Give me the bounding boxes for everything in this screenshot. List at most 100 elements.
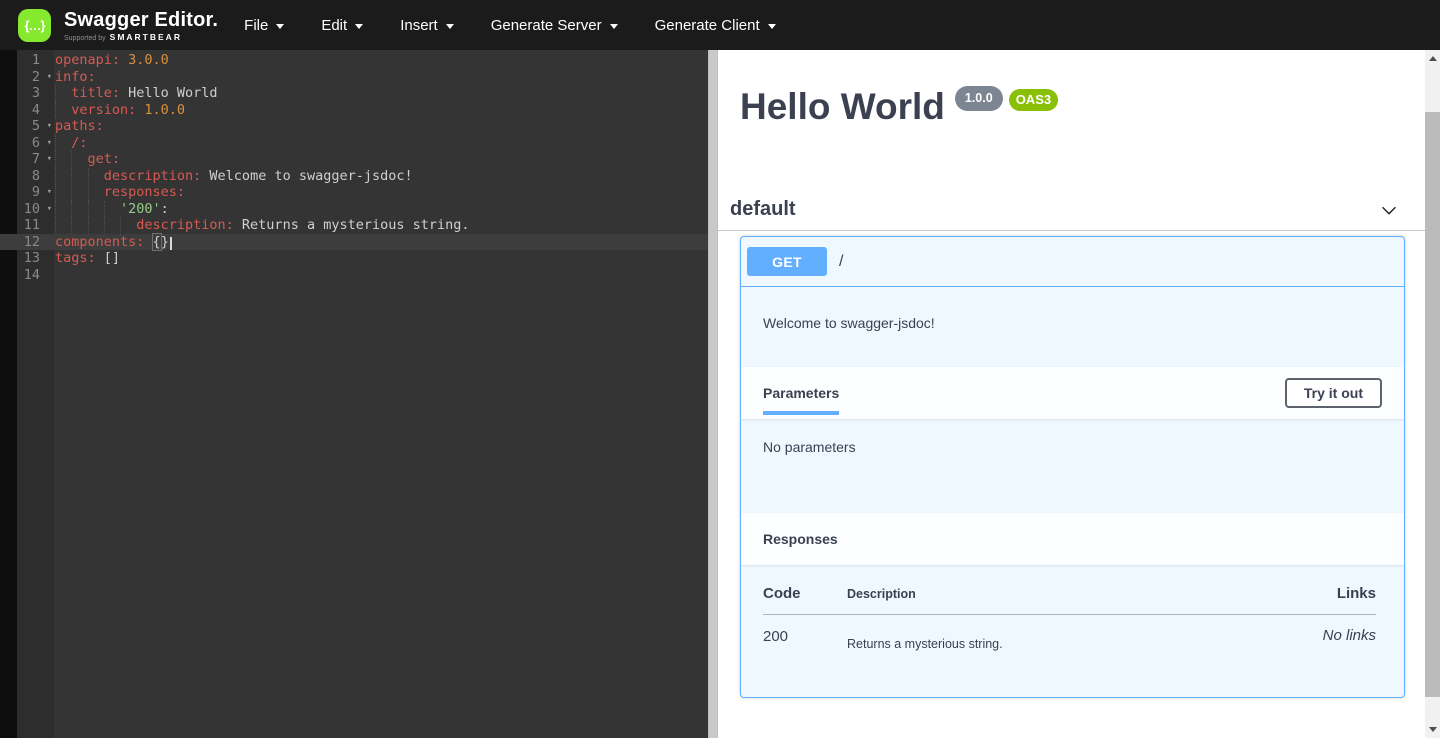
line-number: 1 bbox=[0, 52, 54, 69]
line-number: 7▾ bbox=[0, 151, 54, 168]
response-description: Returns a mysterious string. bbox=[847, 615, 1241, 652]
line-number: 9▾ bbox=[0, 184, 54, 201]
responses-table-wrap: Code Description Links 200 Returns a mys… bbox=[741, 565, 1404, 697]
caret-down-icon bbox=[610, 24, 618, 29]
scroll-down-button[interactable] bbox=[1425, 721, 1440, 738]
caret-down-icon bbox=[768, 24, 776, 29]
menu-generate-client[interactable]: Generate Client bbox=[655, 17, 776, 34]
menu-edit[interactable]: Edit bbox=[321, 17, 363, 34]
fold-arrow-icon[interactable]: ▾ bbox=[47, 69, 52, 86]
editor-line[interactable]: 9▾responses: bbox=[0, 184, 708, 201]
menu-insert[interactable]: Insert bbox=[400, 17, 454, 34]
swagger-logo-icon: {…} bbox=[18, 9, 51, 42]
menu-label: Generate Client bbox=[655, 17, 760, 34]
editor-line[interactable]: 6▾/: bbox=[0, 135, 708, 152]
editor-line[interactable]: 1openapi: 3.0.0 bbox=[0, 52, 708, 69]
editor-line[interactable]: 2▾info: bbox=[0, 69, 708, 86]
line-number: 14 bbox=[0, 267, 54, 284]
responses-table: Code Description Links 200 Returns a mys… bbox=[763, 569, 1376, 651]
menu-generate-server[interactable]: Generate Server bbox=[491, 17, 618, 34]
api-title-row: Hello World 1.0.0 OAS3 bbox=[740, 85, 1405, 129]
column-header-description: Description bbox=[847, 569, 1241, 615]
caret-down-icon bbox=[446, 24, 454, 29]
fold-arrow-icon[interactable]: ▾ bbox=[47, 135, 52, 152]
editor-line[interactable]: 11description: Returns a mysterious stri… bbox=[0, 217, 708, 234]
editor-line[interactable]: 10▾'200': bbox=[0, 201, 708, 218]
line-number: 12 bbox=[0, 234, 54, 251]
editor-line[interactable]: 4version: 1.0.0 bbox=[0, 102, 708, 119]
code-line-text: description: Welcome to swagger-jsdoc! bbox=[54, 168, 413, 185]
topbar-menus: File Edit Insert Generate Server Generate Cl… bbox=[244, 17, 813, 34]
code-editor[interactable]: 1openapi: 3.0.02▾info:3title: Hello Worl… bbox=[0, 50, 708, 738]
chevron-down-icon[interactable] bbox=[1378, 199, 1400, 221]
fold-arrow-icon[interactable]: ▾ bbox=[47, 151, 52, 168]
editor-line[interactable]: 5▾paths: bbox=[0, 118, 708, 135]
brand-title: Swagger Editor. bbox=[64, 9, 218, 31]
code-line-text: info: bbox=[54, 69, 96, 86]
no-parameters-message: No parameters bbox=[741, 419, 1404, 513]
tag-section-default[interactable]: default bbox=[718, 189, 1425, 231]
fold-arrow-icon[interactable]: ▾ bbox=[47, 118, 52, 135]
code-line-text: /: bbox=[54, 135, 88, 152]
oas3-badge: OAS3 bbox=[1009, 89, 1058, 111]
api-title: Hello World bbox=[740, 85, 945, 129]
topbar: {…} Swagger Editor. Supported by SMARTBE… bbox=[0, 0, 1440, 50]
line-number: 8 bbox=[0, 168, 54, 185]
parameters-tab: Parameters bbox=[763, 371, 839, 415]
editor-lines: 1openapi: 3.0.02▾info:3title: Hello Worl… bbox=[0, 52, 708, 283]
caret-down-icon bbox=[355, 24, 363, 29]
menu-file[interactable]: File bbox=[244, 17, 284, 34]
line-number: 6▾ bbox=[0, 135, 54, 152]
supported-by-label: Supported by bbox=[64, 35, 106, 42]
editor-line[interactable]: 3title: Hello World bbox=[0, 85, 708, 102]
scroll-up-button[interactable] bbox=[1425, 50, 1440, 67]
editor-line[interactable]: 14 bbox=[0, 267, 708, 284]
opblock-summary[interactable]: GET / bbox=[741, 237, 1404, 287]
code-line-text: tags: [] bbox=[54, 250, 120, 267]
column-header-code: Code bbox=[763, 569, 847, 615]
try-it-out-button[interactable]: Try it out bbox=[1285, 378, 1382, 408]
parameters-header: Parameters Try it out bbox=[741, 367, 1404, 419]
menu-label: File bbox=[244, 17, 268, 34]
response-code: 200 bbox=[763, 615, 847, 652]
responses-header: Responses bbox=[741, 513, 1404, 565]
api-info: Hello World 1.0.0 OAS3 bbox=[740, 85, 1405, 129]
fold-arrow-icon[interactable]: ▾ bbox=[47, 184, 52, 201]
method-badge-get: GET bbox=[747, 247, 827, 276]
scroll-up-icon bbox=[1429, 56, 1437, 61]
preview-scrollbar[interactable] bbox=[1425, 50, 1440, 738]
code-line-text: paths: bbox=[54, 118, 104, 135]
code-line-text bbox=[54, 267, 55, 284]
fold-arrow-icon[interactable]: ▾ bbox=[47, 201, 52, 218]
menu-label: Edit bbox=[321, 17, 347, 34]
editor-line[interactable]: 12components: {} bbox=[0, 234, 708, 251]
code-line-text: responses: bbox=[54, 184, 185, 201]
swagger-ui-preview: Hello World 1.0.0 OAS3 default GET / Wel… bbox=[718, 50, 1425, 738]
menu-label: Generate Server bbox=[491, 17, 602, 34]
opblock-get: GET / Welcome to swagger-jsdoc! Paramete… bbox=[740, 236, 1405, 698]
line-number: 3 bbox=[0, 85, 54, 102]
api-badges: 1.0.0 OAS3 bbox=[955, 85, 1058, 129]
tag-label: default bbox=[730, 198, 796, 221]
smartbear-label: SMARTBEAR bbox=[110, 32, 182, 42]
editor-line[interactable]: 7▾get: bbox=[0, 151, 708, 168]
table-row: 200 Returns a mysterious string. No link… bbox=[763, 615, 1376, 652]
code-line-text: get: bbox=[54, 151, 120, 168]
operation-description: Welcome to swagger-jsdoc! bbox=[741, 287, 1404, 367]
line-number: 10▾ bbox=[0, 201, 54, 218]
code-line-text: openapi: 3.0.0 bbox=[54, 52, 169, 69]
operation-path: / bbox=[839, 253, 843, 271]
text-cursor bbox=[170, 237, 172, 250]
column-header-links: Links bbox=[1241, 569, 1376, 615]
editor-line[interactable]: 13tags: [] bbox=[0, 250, 708, 267]
responses-label: Responses bbox=[763, 531, 838, 547]
editor-line[interactable]: 8description: Welcome to swagger-jsdoc! bbox=[0, 168, 708, 185]
version-badge: 1.0.0 bbox=[955, 86, 1003, 111]
code-line-text: '200': bbox=[54, 201, 169, 218]
pane-splitter[interactable] bbox=[708, 50, 718, 738]
code-line-text: version: 1.0.0 bbox=[54, 102, 185, 119]
scrollbar-thumb[interactable] bbox=[1425, 112, 1440, 697]
scroll-down-icon bbox=[1429, 727, 1437, 732]
swagger-editor-logo: {…} Swagger Editor. Supported by SMARTBE… bbox=[18, 9, 218, 42]
caret-down-icon bbox=[276, 24, 284, 29]
